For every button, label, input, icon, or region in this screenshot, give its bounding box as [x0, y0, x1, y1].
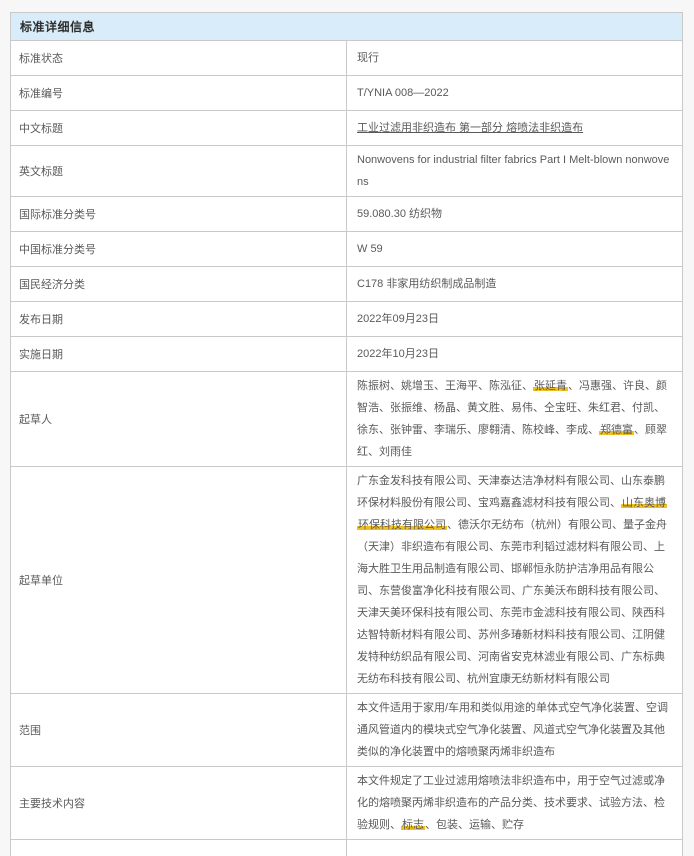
value-text: 陈振树、姚增玉、王海平、陈泓征、 [357, 380, 533, 392]
row-label: 实施日期 [11, 337, 347, 372]
table-row: 实施日期 2022年10月23日 [11, 337, 683, 372]
value-text: 广东金发科技有限公司、天津泰达洁净材料有限公司、山东泰鹏环保材料股份有限公司、宝… [357, 475, 665, 509]
row-value: T/YNIA 008—2022 [347, 76, 683, 111]
highlight-mark: 标志 [401, 819, 425, 831]
table-row: 标准状态现行 [11, 41, 683, 76]
value-text: 现行 [357, 52, 379, 64]
table-row: 主要技术内容本文件规定了工业过滤用熔喷法非织造布中，用于空气过滤或净化的熔喷聚丙… [11, 767, 683, 840]
row-label: 起草人 [11, 372, 347, 467]
row-label [11, 840, 347, 856]
row-value [347, 840, 683, 856]
standard-table-body: 标准状态现行标准编号 T/YNIA 008—2022 中文标题工业过滤用非织造布 第… [11, 41, 683, 840]
table-row: 中文标题工业过滤用非织造布 第一部分 熔喷法非织造布 [11, 111, 683, 146]
panel-title: 标准详细信息 [11, 13, 683, 41]
row-label: 英文标题 [11, 146, 347, 197]
table-row: 范围本文件适用于家用/车用和类似用途的单体式空气净化装置、空调通风管道内的模块式… [11, 694, 683, 767]
row-value: 工业过滤用非织造布 第一部分 熔喷法非织造布 [347, 111, 683, 146]
row-value: C178 非家用纺织制成品制造 [347, 267, 683, 302]
row-label: 标准编号 [11, 76, 347, 111]
table-row: 中国标准分类号 W 59 [11, 232, 683, 267]
table-row: 英文标题 Nonwovens for industrial filter fabr… [11, 146, 683, 197]
row-label: 中国标准分类号 [11, 232, 347, 267]
row-label: 国际标准分类号 [11, 197, 347, 232]
row-value: 广东金发科技有限公司、天津泰达洁净材料有限公司、山东泰鹏环保材料股份有限公司、宝… [347, 467, 683, 694]
table-row: 起草单位广东金发科技有限公司、天津泰达洁净材料有限公司、山东泰鹏环保材料股份有限… [11, 467, 683, 694]
value-text: Nonwovens for industrial filter fabrics … [357, 154, 669, 188]
row-label: 起草单位 [11, 467, 347, 694]
row-label: 范围 [11, 694, 347, 767]
value-text: 2022年10月23日 [357, 348, 439, 360]
panel-header: 标准详细信息 [11, 13, 683, 41]
row-label: 主要技术内容 [11, 767, 347, 840]
standard-title-link[interactable]: 工业过滤用非织造布 第一部分 熔喷法非织造布 [357, 122, 583, 134]
table-row: 标准编号 T/YNIA 008—2022 [11, 76, 683, 111]
highlight-mark: 张延青 [533, 380, 568, 392]
highlight-mark: 郑德富 [599, 424, 634, 436]
standard-detail-table: 标准详细信息 标准状态现行标准编号 T/YNIA 008—2022 中文标题工业过滤… [10, 12, 683, 856]
value-text: 2022年09月23日 [357, 313, 439, 325]
table-row-partial [11, 840, 683, 856]
table-row: 起草人陈振树、姚增玉、王海平、陈泓征、张延青、冯惠强、许良、颜智浩、张振维、杨晶… [11, 372, 683, 467]
standard-detail-panel: 标准详细信息 标准状态现行标准编号 T/YNIA 008—2022 中文标题工业过滤… [10, 12, 683, 856]
table-row: 发布日期 2022年09月23日 [11, 302, 683, 337]
row-value: 2022年09月23日 [347, 302, 683, 337]
standard-table-footer [11, 840, 683, 856]
row-value: 本文件规定了工业过滤用熔喷法非织造布中，用于空气过滤或净化的熔喷聚丙烯非织造布的… [347, 767, 683, 840]
value-text: 、包装、运输、贮存 [425, 819, 524, 831]
row-label: 标准状态 [11, 41, 347, 76]
table-row: 国民经济分类 C178 非家用纺织制成品制造 [11, 267, 683, 302]
table-row: 国际标准分类号 59.080.30 纺织物 [11, 197, 683, 232]
row-value: W 59 [347, 232, 683, 267]
row-label: 中文标题 [11, 111, 347, 146]
row-label: 发布日期 [11, 302, 347, 337]
value-text: 本文件适用于家用/车用和类似用途的单体式空气净化装置、空调通风管道内的模块式空气… [357, 702, 668, 758]
row-label: 国民经济分类 [11, 267, 347, 302]
row-value: 陈振树、姚增玉、王海平、陈泓征、张延青、冯惠强、许良、颜智浩、张振维、杨晶、黄文… [347, 372, 683, 467]
row-value: 现行 [347, 41, 683, 76]
row-value: 2022年10月23日 [347, 337, 683, 372]
page: { "panel": { "title": "标准详细信息", "colors"… [0, 0, 694, 576]
value-text: 、德沃尔无纺布（杭州）有限公司、量子金舟（天津）非织造布有限公司、东莞市利韬过滤… [357, 519, 667, 685]
value-text: W 59 [357, 243, 383, 255]
panel-header-row: 标准详细信息 [11, 13, 683, 41]
value-text: T/YNIA 008—2022 [357, 87, 449, 99]
value-text: C178 非家用纺织制成品制造 [357, 278, 496, 290]
row-value: Nonwovens for industrial filter fabrics … [347, 146, 683, 197]
value-text: 59.080.30 纺织物 [357, 208, 442, 220]
row-value: 本文件适用于家用/车用和类似用途的单体式空气净化装置、空调通风管道内的模块式空气… [347, 694, 683, 767]
row-value: 59.080.30 纺织物 [347, 197, 683, 232]
